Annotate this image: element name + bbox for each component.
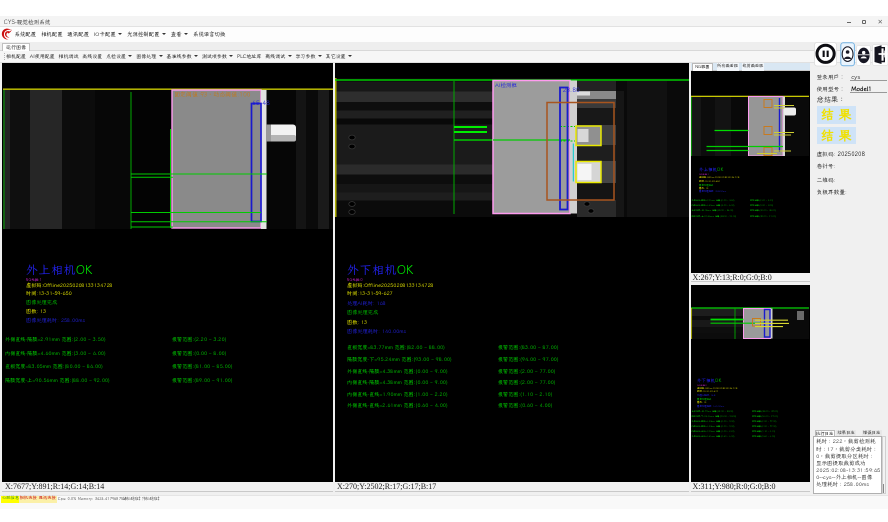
svg-text:固定阈值:93，动态阈值:100: 固定阈值:93，动态阈值:100 (174, 90, 250, 98)
svg-text:AI检测框: AI检测框 (495, 81, 517, 89)
svg-text:23.80: 23.80 (562, 86, 580, 94)
svg-text:65.48: 65.48 (252, 98, 270, 107)
